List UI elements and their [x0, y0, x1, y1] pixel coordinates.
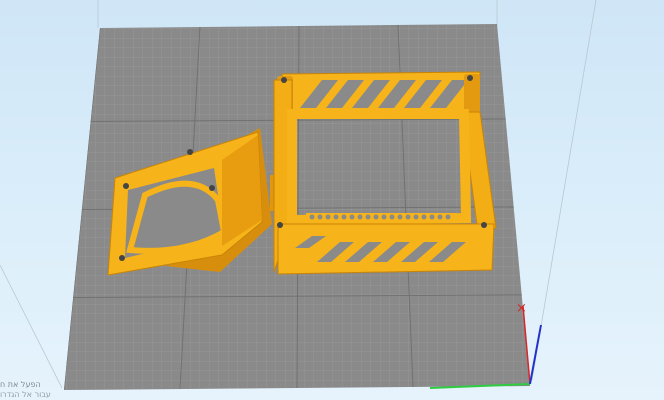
case-screw-hole	[481, 222, 487, 228]
activation-watermark-line1: הפעל את ח	[0, 380, 41, 389]
case-screw-hole	[281, 77, 287, 83]
case-screw-hole	[277, 222, 283, 228]
activation-watermark-line2: עבור אל הגדרו	[0, 390, 51, 399]
fan-duct-screw-hole	[209, 185, 215, 191]
fan-duct-screw-hole	[123, 183, 129, 189]
build-plate[interactable]	[0, 0, 664, 400]
build-plate-grid	[64, 24, 530, 390]
z-axis-line	[529, 324, 542, 385]
case-front-wall	[277, 223, 495, 275]
scene-canvas[interactable]: ×	[0, 0, 664, 400]
fan-duct-screw-hole	[119, 255, 125, 261]
case-honeycomb-vents	[306, 213, 456, 223]
case-screw-hole	[467, 75, 473, 81]
y-axis-marker: ×	[516, 301, 527, 316]
3d-viewport[interactable]: × הפעל את ח עבור אל הגדרו	[0, 0, 664, 400]
fan-duct-screw-hole	[187, 149, 193, 155]
